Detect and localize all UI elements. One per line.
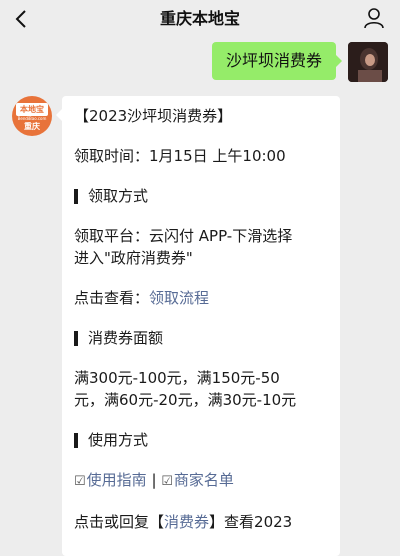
section-title: 使用方式: [88, 431, 149, 449]
person-icon[interactable]: [362, 6, 386, 30]
section-title: 消费券面额: [88, 329, 164, 347]
top-bar: 重庆本地宝: [0, 0, 400, 38]
section-bar: [74, 188, 78, 204]
logo-text: 本地宝: [16, 103, 48, 116]
view-prefix: 点击查看：: [74, 289, 150, 307]
section-bar: [74, 330, 78, 346]
incoming-bubble: 【2023沙坪坝消费券】 领取时间：1月15日 上午10:00 领取方式 领取平…: [56, 96, 340, 556]
section-title: 领取方式: [88, 187, 149, 205]
chat-title: 重庆本地宝: [159, 9, 240, 28]
amount-line: 元，满60元-20元，满30元-10元: [74, 391, 297, 409]
amount-text: 满300元-100元，满150元-50 元，满60元-20元，满30元-10元: [74, 367, 330, 411]
section-claim-method: 领取方式: [74, 185, 330, 207]
reply-prefix: 点击或回复【: [74, 513, 165, 531]
outgoing-bubble[interactable]: 沙坪坝消费券: [212, 42, 342, 80]
checkbox-icon: ☑: [74, 474, 86, 489]
section-bar: [74, 432, 78, 448]
view-process: 点击查看：领取流程: [74, 287, 330, 309]
claim-process-link[interactable]: 领取流程: [149, 289, 209, 307]
usage-guide-link[interactable]: 使用指南: [87, 471, 147, 489]
platform-line: 领取平台：云闪付 APP-下滑选择: [74, 227, 293, 245]
merchant-list-link[interactable]: 商家名单: [174, 471, 234, 489]
link-separator: |: [146, 471, 162, 489]
checkbox-icon: ☑: [161, 474, 173, 489]
section-usage: 使用方式: [74, 429, 330, 451]
bot-avatar[interactable]: 本地宝 BendiBao.com 重庆: [12, 96, 52, 136]
reply-suffix: 】查看2023: [209, 513, 293, 531]
message-heading: 【2023沙坪坝消费券】: [74, 107, 233, 125]
user-avatar[interactable]: [348, 42, 388, 82]
platform-line: 进入"政府消费券": [74, 249, 193, 267]
reply-hint: 点击或回复【消费券】查看2023: [74, 511, 330, 533]
amount-line: 满300元-100元，满150元-50: [74, 369, 280, 387]
usage-links: ☑使用指南 | ☑商家名单: [74, 469, 330, 493]
claim-time: 领取时间：1月15日 上午10:00: [74, 147, 286, 165]
logo-city: 重庆: [24, 122, 40, 131]
platform-text: 领取平台：云闪付 APP-下滑选择 进入"政府消费券": [74, 225, 330, 269]
coupon-keyword-link[interactable]: 消费券: [164, 513, 209, 531]
section-amounts: 消费券面额: [74, 327, 330, 349]
